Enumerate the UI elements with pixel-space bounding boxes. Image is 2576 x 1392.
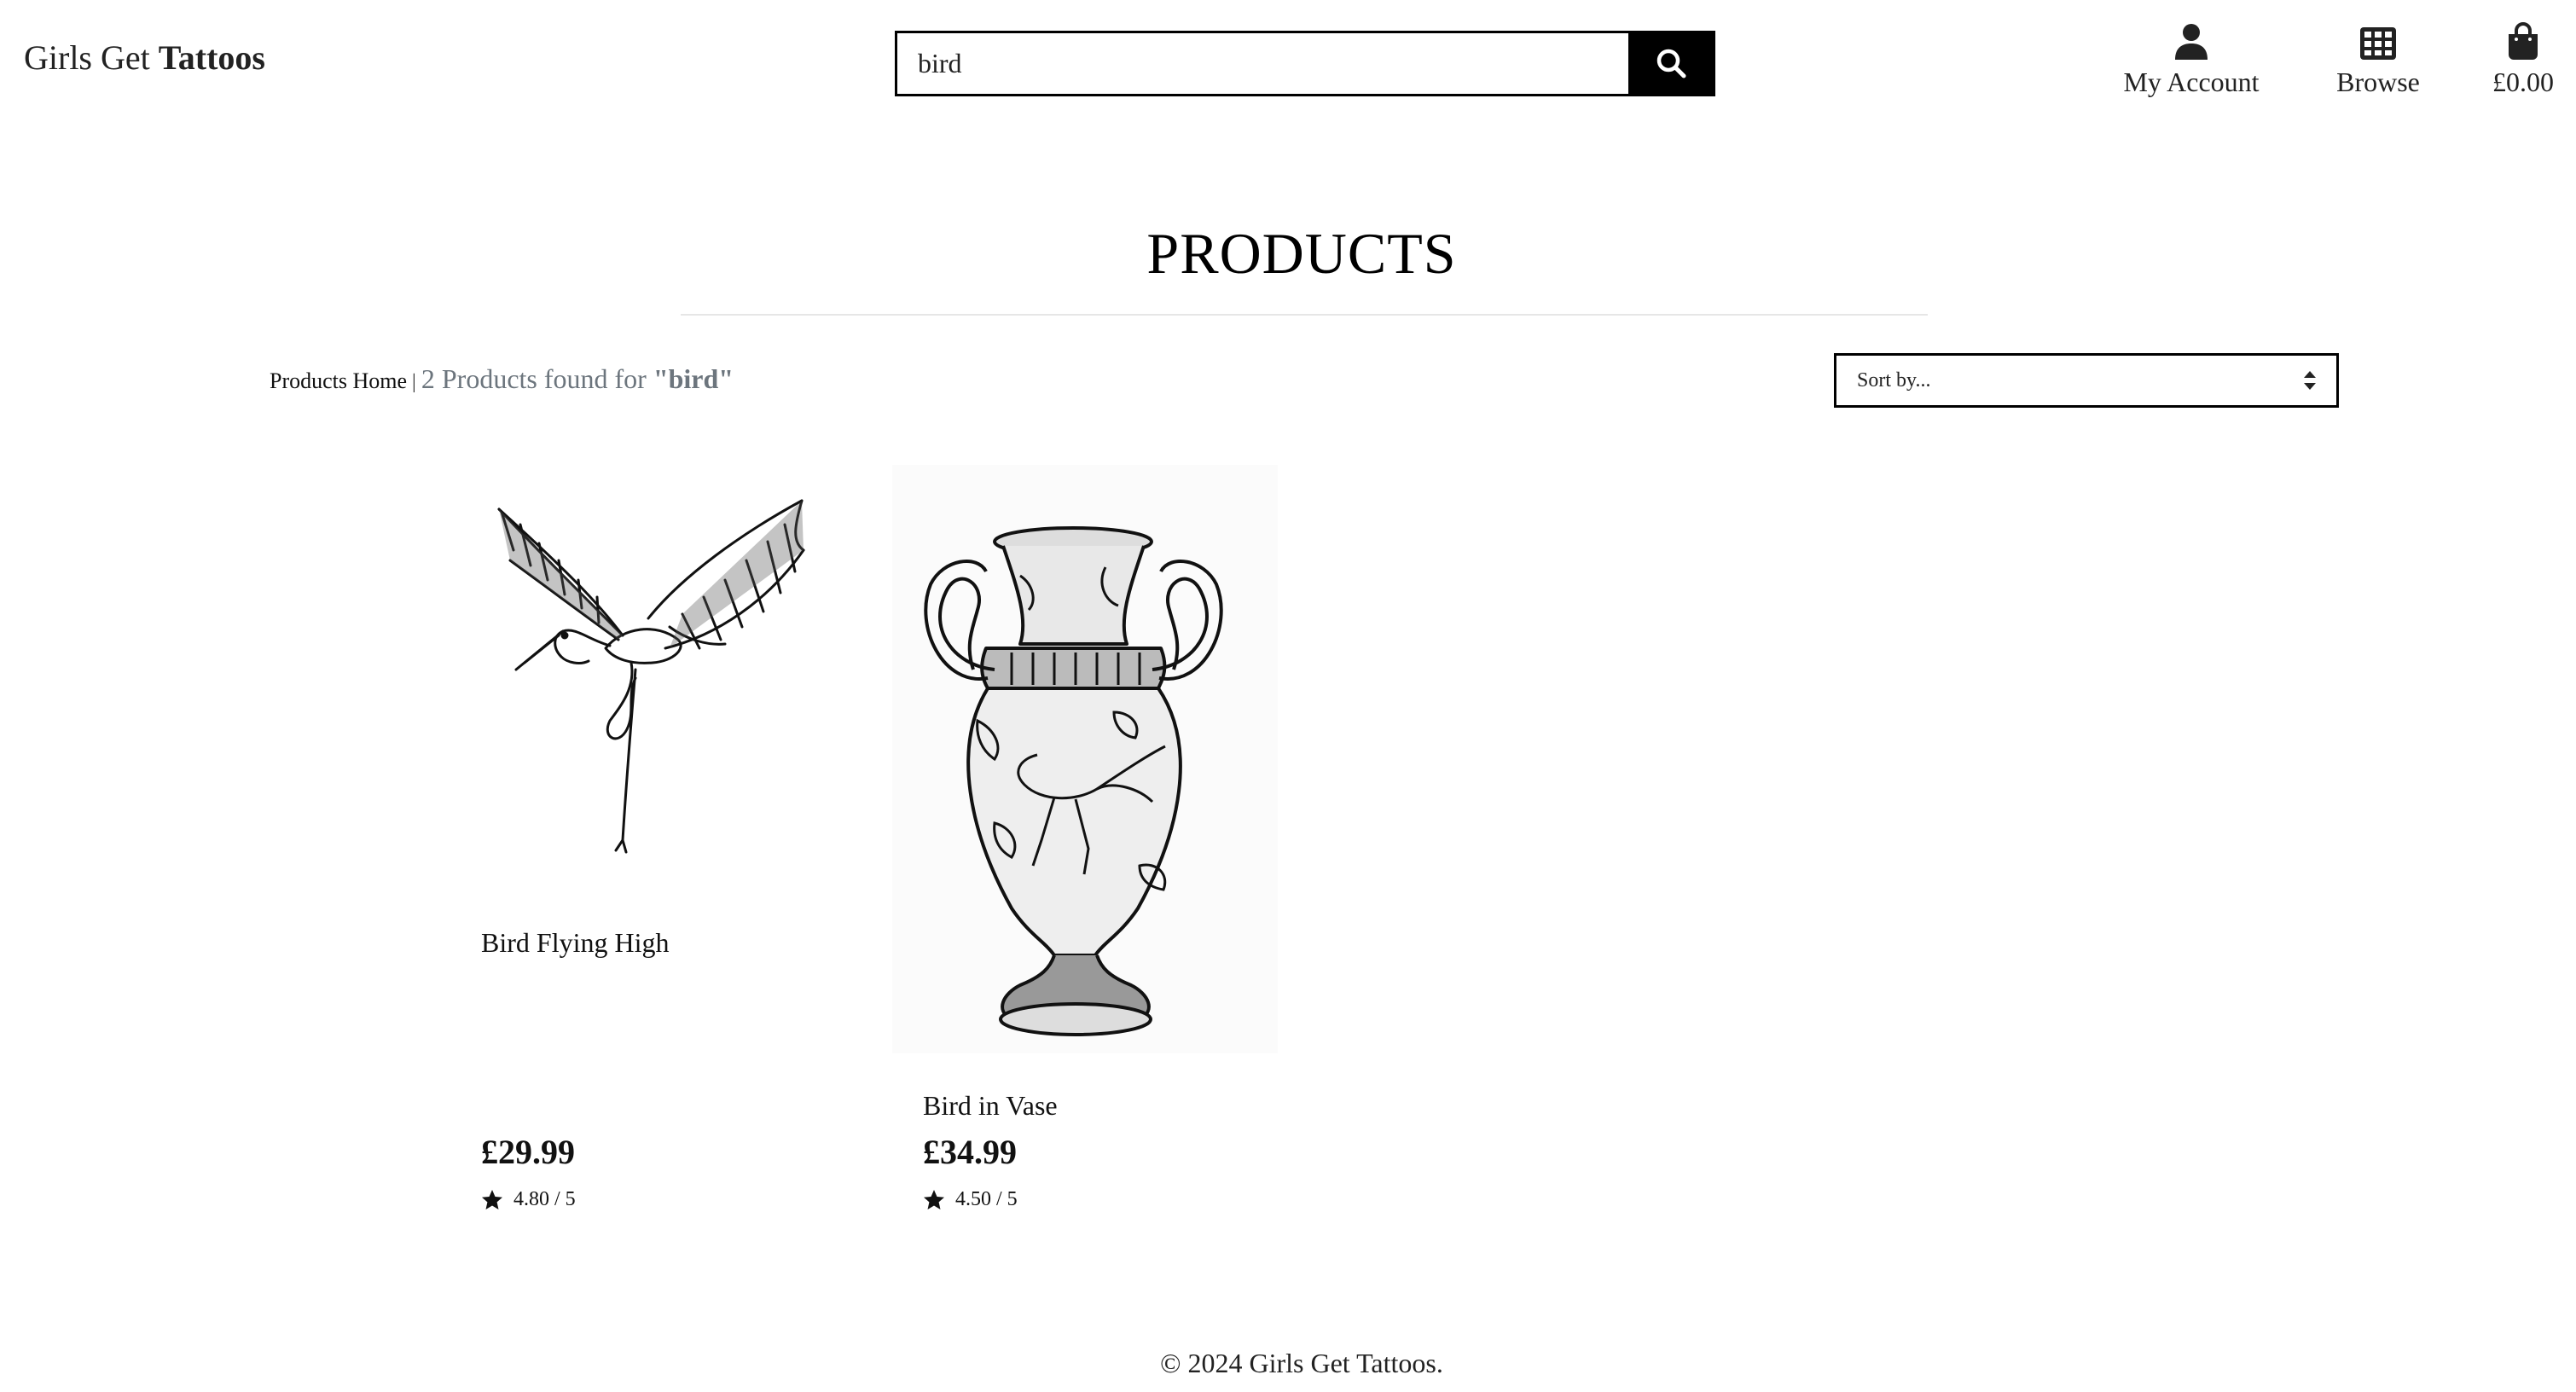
result-count: 2 Products found for "bird" xyxy=(421,363,734,394)
browse-label: Browse xyxy=(2336,67,2420,97)
flying-crane-drawing xyxy=(497,499,805,854)
footer-copyright: © 2024 Girls Get Tattoos. xyxy=(1160,1348,1443,1378)
site-logo[interactable]: Girls Get Tattoos xyxy=(24,38,265,78)
search-input[interactable] xyxy=(895,31,1628,96)
product-name[interactable]: Bird Flying High xyxy=(481,927,669,959)
product-image[interactable] xyxy=(892,465,1278,1053)
result-count-text: 2 Products found for xyxy=(421,363,653,394)
sort-arrows-icon xyxy=(2304,371,2316,390)
user-icon xyxy=(2175,20,2208,60)
shopping-bag-icon xyxy=(2507,20,2539,60)
product-name[interactable]: Bird in Vase xyxy=(923,1090,1058,1122)
logo-text-regular: Girls Get xyxy=(24,38,159,77)
browse-link[interactable]: Browse xyxy=(2329,20,2428,106)
search-icon xyxy=(1656,48,1688,80)
product-price: £34.99 xyxy=(923,1133,1017,1171)
product-price: £29.99 xyxy=(481,1133,575,1171)
star-icon xyxy=(923,1189,945,1211)
cart-link[interactable]: £0.00 xyxy=(2489,20,2557,106)
sort-select[interactable]: Sort by... xyxy=(1834,353,2339,408)
search-button[interactable] xyxy=(1628,31,1715,96)
product-image[interactable] xyxy=(461,465,836,866)
crane-vase-drawing xyxy=(924,526,1223,1036)
page-title: PRODUCTS xyxy=(1146,221,1457,286)
results-summary: Products Home | 2 Products found for "bird… xyxy=(270,363,734,395)
rating-value: 4.80 / 5 xyxy=(513,1188,576,1210)
star-icon xyxy=(481,1189,503,1211)
rating-value: 4.50 / 5 xyxy=(955,1188,1018,1210)
my-account-link[interactable]: My Account xyxy=(2117,20,2266,106)
logo-text-bold: Tattoos xyxy=(158,38,265,77)
sort-select-value: Sort by... xyxy=(1857,368,1931,392)
my-account-label: My Account xyxy=(2123,67,2260,97)
breadcrumb-separator: | xyxy=(412,371,416,393)
site-header: Girls Get Tattoos My Account xyxy=(0,0,2576,128)
product-rating: 4.80 / 5 xyxy=(481,1188,576,1211)
search-form xyxy=(895,31,1715,96)
title-divider xyxy=(681,314,1928,316)
search-query-display: "bird" xyxy=(653,363,734,394)
products-home-link[interactable]: Products Home xyxy=(270,368,407,393)
grid-icon xyxy=(2360,20,2396,60)
product-rating: 4.50 / 5 xyxy=(923,1188,1018,1211)
cart-total: £0.00 xyxy=(2492,67,2554,97)
